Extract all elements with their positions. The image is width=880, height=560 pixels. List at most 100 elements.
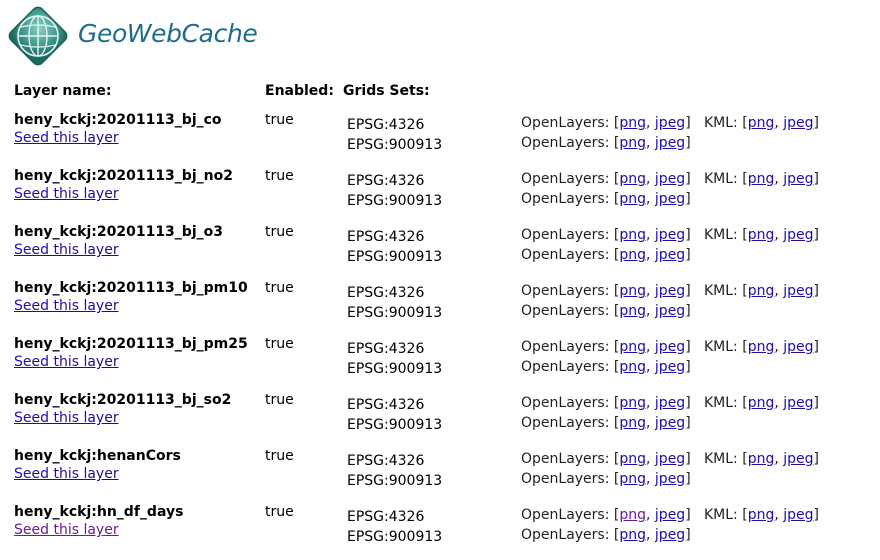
jpeg-link[interactable]: jpeg [783, 451, 813, 467]
close-bracket: ] [685, 415, 691, 431]
png-link[interactable]: png [619, 451, 646, 467]
jpeg-link[interactable]: jpeg [655, 283, 685, 299]
png-link[interactable]: png [748, 395, 775, 411]
png-link[interactable]: png [619, 471, 646, 487]
seed-layer-link[interactable]: Seed this layer [14, 130, 119, 146]
jpeg-link[interactable]: jpeg [655, 191, 685, 207]
jpeg-link[interactable]: jpeg [655, 339, 685, 355]
png-link[interactable]: png [748, 171, 775, 187]
comma-separator: , [646, 303, 655, 319]
openlayers-preview-links: OpenLayers: [png, jpeg] [521, 283, 691, 299]
png-link[interactable]: png [619, 171, 646, 187]
openlayers-label: OpenLayers: [521, 451, 614, 467]
grid-set-name: EPSG:4326 [347, 397, 425, 413]
grid-set-name: EPSG:4326 [347, 173, 425, 189]
layer-enabled: true [265, 224, 294, 240]
grid-set-name: EPSG:4326 [347, 341, 425, 357]
jpeg-link[interactable]: jpeg [655, 359, 685, 375]
seed-layer-link[interactable]: Seed this layer [14, 522, 119, 538]
png-link[interactable]: png [619, 227, 646, 243]
jpeg-link[interactable]: jpeg [783, 115, 813, 131]
png-link[interactable]: png [748, 227, 775, 243]
png-link[interactable]: png [748, 339, 775, 355]
png-link[interactable]: png [748, 115, 775, 131]
grid-set-name: EPSG:900913 [347, 305, 443, 321]
png-link[interactable]: png [619, 527, 646, 543]
seed-layer-link[interactable]: Seed this layer [14, 298, 119, 314]
jpeg-link[interactable]: jpeg [783, 283, 813, 299]
close-bracket: ] [813, 115, 820, 131]
kml-links: KML: [png, jpeg] [704, 451, 819, 467]
layer-enabled: true [265, 168, 294, 184]
jpeg-link[interactable]: jpeg [783, 227, 813, 243]
openlayers-preview-links: OpenLayers: [png, jpeg] [521, 527, 691, 543]
comma-separator: , [774, 451, 784, 467]
png-link[interactable]: png [748, 507, 775, 523]
close-bracket: ] [813, 283, 820, 299]
jpeg-link[interactable]: jpeg [655, 303, 685, 319]
openlayers-label: OpenLayers: [521, 415, 614, 431]
jpeg-link[interactable]: jpeg [783, 339, 813, 355]
kml-label: KML: [704, 395, 743, 411]
jpeg-link[interactable]: jpeg [655, 247, 685, 263]
png-link[interactable]: png [748, 283, 775, 299]
png-link[interactable]: png [619, 191, 646, 207]
layer-name: heny_kckj:hn_df_days [14, 504, 184, 520]
jpeg-link[interactable]: jpeg [655, 527, 685, 543]
layer-enabled: true [265, 392, 294, 408]
close-bracket: ] [813, 451, 820, 467]
png-link[interactable]: png [619, 283, 646, 299]
comma-separator: , [646, 283, 655, 299]
seed-layer-link[interactable]: Seed this layer [14, 466, 119, 482]
jpeg-link[interactable]: jpeg [655, 507, 685, 523]
openlayers-label: OpenLayers: [521, 395, 614, 411]
comma-separator: , [646, 471, 655, 487]
jpeg-link[interactable]: jpeg [655, 471, 685, 487]
jpeg-link[interactable]: jpeg [655, 227, 685, 243]
jpeg-link[interactable]: jpeg [783, 171, 813, 187]
openlayers-preview-links: OpenLayers: [png, jpeg] [521, 359, 691, 375]
layer-name: heny_kckj:20201113_bj_no2 [14, 168, 233, 184]
png-link[interactable]: png [619, 247, 646, 263]
seed-layer-link[interactable]: Seed this layer [14, 410, 119, 426]
comma-separator: , [774, 227, 784, 243]
close-bracket: ] [685, 395, 691, 411]
close-bracket: ] [685, 359, 691, 375]
layer-enabled: true [265, 112, 294, 128]
jpeg-link[interactable]: jpeg [655, 395, 685, 411]
jpeg-link[interactable]: jpeg [655, 451, 685, 467]
grid-set-name: EPSG:4326 [347, 285, 425, 301]
seed-layer-link[interactable]: Seed this layer [14, 186, 119, 202]
comma-separator: , [646, 507, 655, 523]
png-link[interactable]: png [748, 451, 775, 467]
png-link[interactable]: png [619, 415, 646, 431]
close-bracket: ] [813, 339, 820, 355]
png-link[interactable]: png [619, 135, 646, 151]
openlayers-label: OpenLayers: [521, 359, 614, 375]
jpeg-link[interactable]: jpeg [783, 395, 813, 411]
png-link[interactable]: png [619, 359, 646, 375]
layer-enabled: true [265, 336, 294, 352]
close-bracket: ] [685, 471, 691, 487]
grid-set-name: EPSG:4326 [347, 117, 425, 133]
kml-links: KML: [png, jpeg] [704, 227, 819, 243]
png-link[interactable]: png [619, 339, 646, 355]
jpeg-link[interactable]: jpeg [655, 415, 685, 431]
close-bracket: ] [685, 303, 691, 319]
close-bracket: ] [813, 395, 820, 411]
jpeg-link[interactable]: jpeg [783, 507, 813, 523]
close-bracket: ] [685, 527, 691, 543]
jpeg-link[interactable]: jpeg [655, 171, 685, 187]
seed-layer-link[interactable]: Seed this layer [14, 242, 119, 258]
grid-set-name: EPSG:4326 [347, 509, 425, 525]
jpeg-link[interactable]: jpeg [655, 135, 685, 151]
png-link[interactable]: png [619, 303, 646, 319]
comma-separator: , [774, 339, 784, 355]
openlayers-label: OpenLayers: [521, 247, 614, 263]
seed-layer-link[interactable]: Seed this layer [14, 354, 119, 370]
png-link[interactable]: png [619, 507, 646, 523]
comma-separator: , [774, 395, 784, 411]
jpeg-link[interactable]: jpeg [655, 115, 685, 131]
png-link[interactable]: png [619, 395, 646, 411]
png-link[interactable]: png [619, 115, 646, 131]
